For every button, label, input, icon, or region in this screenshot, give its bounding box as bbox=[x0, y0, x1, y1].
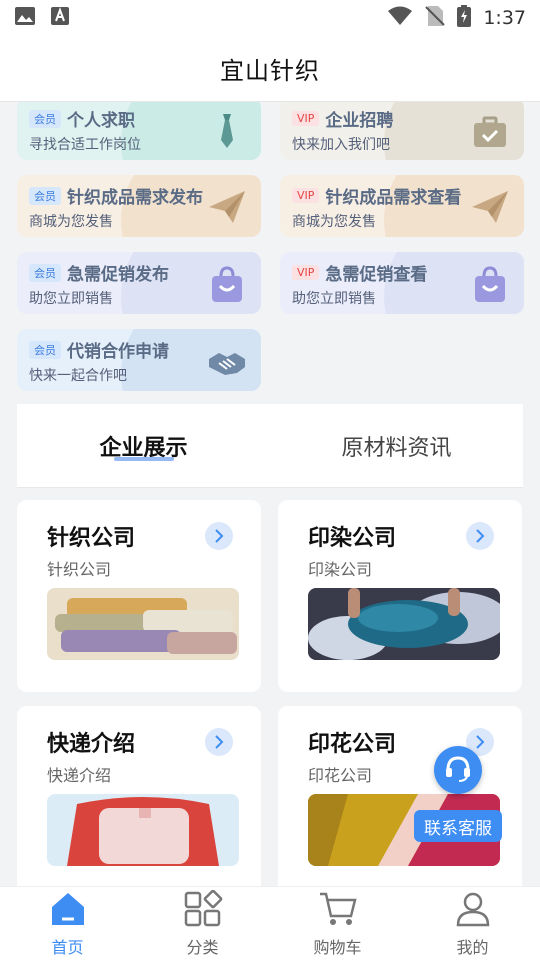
service-subtitle: 快来一起合作吧 bbox=[29, 368, 127, 384]
gallery-icon bbox=[14, 6, 36, 30]
tab-raw-material-news[interactable]: 原材料资讯 bbox=[270, 404, 523, 487]
customer-service-button[interactable] bbox=[434, 746, 482, 794]
service-title: 企业招聘 bbox=[325, 111, 394, 131]
chevron-right-icon[interactable] bbox=[205, 522, 233, 550]
tie-icon bbox=[207, 110, 247, 150]
tab-label: 原材料资讯 bbox=[341, 435, 452, 461]
shopping-bag-icon bbox=[470, 264, 510, 304]
home-icon bbox=[48, 890, 88, 932]
chevron-right-icon[interactable] bbox=[466, 522, 494, 550]
card-title: 针织公司 bbox=[47, 526, 136, 551]
customer-service-label[interactable]: 联系客服 bbox=[414, 810, 502, 842]
service-card-job-seeking[interactable]: 会员 个人求职 寻找合适工作岗位 bbox=[17, 102, 261, 160]
company-card-express[interactable]: 快递介绍 快递介绍 bbox=[17, 706, 261, 886]
no-sim-icon bbox=[425, 5, 446, 32]
card-subtitle: 快递介绍 bbox=[47, 766, 112, 785]
battery-charging-icon bbox=[457, 4, 472, 32]
shopping-bag-icon bbox=[207, 264, 247, 304]
service-title: 针织成品需求查看 bbox=[325, 188, 462, 208]
tab-bar: 企业展示 原材料资讯 bbox=[17, 404, 523, 488]
chevron-right-icon[interactable] bbox=[205, 728, 233, 756]
service-subtitle: 寻找合适工作岗位 bbox=[29, 137, 141, 153]
company-card-printing[interactable]: 印花公司 印花公司 bbox=[278, 706, 522, 886]
status-bar: 1:37 bbox=[0, 0, 540, 36]
card-title: 印染公司 bbox=[308, 526, 397, 551]
wifi-icon bbox=[387, 6, 413, 31]
handshake-icon bbox=[207, 341, 247, 381]
service-title: 代销合作申请 bbox=[67, 342, 169, 362]
member-tag: 会员 bbox=[29, 340, 61, 359]
nav-item-home[interactable]: 首页 bbox=[0, 887, 135, 960]
member-tag: 会员 bbox=[29, 109, 61, 128]
fabric-dyeing-image bbox=[308, 588, 500, 660]
page-title: 宜山针织 bbox=[220, 57, 320, 85]
tab-label: 企业展示 bbox=[99, 435, 188, 461]
service-subtitle: 助您立即销售 bbox=[29, 291, 113, 307]
category-icon bbox=[183, 889, 223, 932]
vip-tag: VIP bbox=[292, 111, 320, 126]
nav-item-category[interactable]: 分类 bbox=[135, 887, 270, 960]
service-title: 针织成品需求发布 bbox=[67, 188, 203, 208]
paper-plane-icon bbox=[470, 187, 510, 227]
bottom-nav: 首页 分类 购物车 我的 bbox=[0, 886, 540, 960]
service-card-consignment[interactable]: 会员 代销合作申请 快来一起合作吧 bbox=[17, 329, 261, 391]
service-subtitle: 快来加入我们吧 bbox=[292, 137, 390, 153]
service-subtitle: 商城为您发售 bbox=[29, 214, 113, 230]
service-card-promotion-publish[interactable]: 会员 急需促销发布 助您立即销售 bbox=[17, 252, 261, 314]
nav-label: 我的 bbox=[456, 937, 489, 957]
vip-tag: VIP bbox=[292, 188, 320, 203]
service-card-recruitment[interactable]: VIP 企业招聘 快来加入我们吧 bbox=[280, 102, 524, 160]
service-title: 急需促销查看 bbox=[325, 265, 428, 285]
service-title: 个人求职 bbox=[67, 111, 135, 131]
service-card-knit-demand-view[interactable]: VIP 针织成品需求查看 商城为您发售 bbox=[280, 175, 524, 237]
headset-icon bbox=[443, 753, 473, 787]
service-card-promotion-view[interactable]: VIP 急需促销查看 助您立即销售 bbox=[280, 252, 524, 314]
cart-icon bbox=[318, 890, 358, 932]
service-subtitle: 助您立即销售 bbox=[292, 291, 376, 307]
service-subtitle: 商城为您发售 bbox=[292, 214, 376, 230]
nav-label: 购物车 bbox=[313, 937, 362, 957]
text-input-icon bbox=[50, 6, 70, 30]
company-card-dyeing[interactable]: 印染公司 印染公司 bbox=[278, 500, 522, 692]
service-title: 急需促销发布 bbox=[67, 265, 169, 285]
nav-item-cart[interactable]: 购物车 bbox=[270, 887, 405, 960]
vip-tag: VIP bbox=[292, 265, 320, 280]
card-title: 印花公司 bbox=[308, 732, 397, 757]
company-card-knitting[interactable]: 针织公司 针织公司 bbox=[17, 500, 261, 692]
briefcase-icon bbox=[470, 110, 510, 150]
paper-plane-icon bbox=[207, 187, 247, 227]
nav-item-profile[interactable]: 我的 bbox=[405, 887, 540, 960]
user-icon bbox=[453, 890, 493, 932]
nav-label: 分类 bbox=[186, 937, 219, 957]
tab-company-showcase[interactable]: 企业展示 bbox=[17, 404, 270, 487]
member-tag: 会员 bbox=[29, 263, 61, 282]
delivery-box-image bbox=[47, 794, 239, 866]
service-card-knit-demand-publish[interactable]: 会员 针织成品需求发布 商城为您发售 bbox=[17, 175, 261, 237]
card-subtitle: 印染公司 bbox=[308, 560, 373, 579]
status-time: 1:37 bbox=[483, 7, 526, 29]
card-subtitle: 印花公司 bbox=[308, 766, 373, 785]
card-title: 快递介绍 bbox=[47, 732, 136, 757]
card-subtitle: 针织公司 bbox=[47, 560, 112, 579]
nav-label: 首页 bbox=[51, 937, 84, 957]
app-bar: 宜山针织 bbox=[0, 36, 540, 102]
member-tag: 会员 bbox=[29, 186, 61, 205]
folded-sweaters-image bbox=[47, 588, 239, 660]
